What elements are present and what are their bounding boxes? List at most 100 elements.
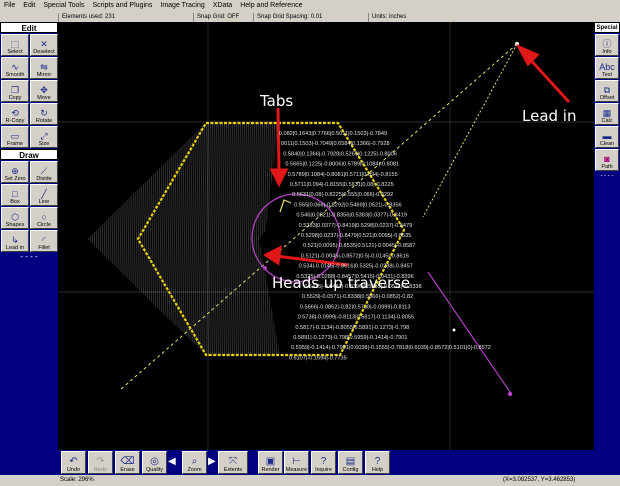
special-tools-list: ⓘ Info Abc Text ⧉ Offset ▦ Calc ▬ Clean ◙ Path xyxy=(594,33,620,172)
info-button[interactable]: ⓘ Info xyxy=(595,34,619,56)
status-bar: Scale: 296% (X=3.082537, Y=3.462853) xyxy=(0,475,620,486)
offset-icon: ⧉ xyxy=(603,85,611,95)
smooth-button[interactable]: ∿ Smooth xyxy=(1,57,29,79)
text-button[interactable]: Abc Text xyxy=(595,57,619,79)
menu-xdata[interactable]: XData xyxy=(209,0,236,12)
fillet-label: Fillet xyxy=(38,245,50,251)
menu-special-tools[interactable]: Special Tools xyxy=(39,0,88,12)
set-zero-button[interactable]: ⊕ Set Zero xyxy=(1,161,29,183)
coordinate-label: 0.546|0.0521|-0.8356|0.5383|0.0377|-0.84… xyxy=(296,213,407,219)
left-tool-panel: Edit ⬚ Select ✕ Deselect ∿ Smooth ⇋ Mirror ❐… xyxy=(0,22,58,486)
erase-button[interactable]: ⌫ Erase xyxy=(115,451,140,474)
smooth-label: Smooth xyxy=(5,72,25,78)
coordinate-label: 0.5959|-0.1414|-0.7901|0.6038|-0.1555|-0… xyxy=(291,345,491,351)
extents-button[interactable]: ⤧ Extents xyxy=(218,451,248,474)
menu-file[interactable]: File xyxy=(0,0,19,12)
line-button[interactable]: ╱ Line xyxy=(30,184,58,206)
circle-button[interactable]: ○ Circle xyxy=(30,207,58,229)
shapes-button[interactable]: ⬡ Shapes xyxy=(1,207,29,229)
calc-button[interactable]: ▦ Calc xyxy=(595,103,619,125)
coordinate-label: 0011|0.1503|-0.7049|0.6584|0.1366|-0.792… xyxy=(281,141,390,147)
undo-button[interactable]: ↶ Undo xyxy=(61,451,86,474)
inquire-button[interactable]: ? Inquire xyxy=(311,451,336,474)
help-button[interactable]: ? Help xyxy=(365,451,390,474)
zoom-icon: ⌕ xyxy=(191,456,198,467)
redo-label: Redo xyxy=(93,467,108,473)
undo-label: Undo xyxy=(66,467,81,473)
path-label: Path xyxy=(601,164,613,170)
divide-button[interactable]: ⟋ Divide xyxy=(30,161,58,183)
path-end-point xyxy=(507,391,513,397)
coordinate-label: 0.521|0.0095|-0.8535|0.5121|-0.0045|-0.8… xyxy=(303,243,415,249)
circle-start-point xyxy=(263,266,267,270)
undo-icon: ↶ xyxy=(69,456,78,467)
special-panel-title: Special xyxy=(594,22,620,33)
rotate-button[interactable]: ↻ Rotate xyxy=(30,103,58,125)
move-button[interactable]: ✥ Move xyxy=(30,80,58,102)
lead-in-icon: ↳ xyxy=(11,235,19,245)
redo-button[interactable]: ↷ Redo xyxy=(88,451,113,474)
erase-icon: ⌫ xyxy=(120,456,135,467)
coordinate-label: 0.5840|0.1366|-0.7928|0.5265|0.1225|-0.8… xyxy=(283,151,397,157)
elements-used-label: Elements used: 231 xyxy=(58,13,115,22)
select-button[interactable]: ⬚ Select xyxy=(1,34,29,56)
coordinate-label: 0.5631|0.08|-0.8225|0.555|0.066|-0.8292 xyxy=(292,192,393,198)
fillet-icon: ◜ xyxy=(42,235,46,245)
deselect-button[interactable]: ✕ Deselect xyxy=(30,34,58,56)
hatch-fill xyxy=(88,122,280,356)
right-arrow-icon[interactable]: ▶ xyxy=(208,456,216,467)
shapes-label: Shapes xyxy=(5,222,25,228)
box-icon: □ xyxy=(12,189,18,199)
smooth-icon: ∿ xyxy=(11,62,19,72)
size-button[interactable]: ⤢ Size xyxy=(30,126,58,148)
config-button[interactable]: ▤ Config xyxy=(338,451,363,474)
zoom-button[interactable]: ⌕ Zoom xyxy=(182,451,207,474)
coordinate-label: 0.5665|0.1225|-0.8006|0.5789|0.1084|-0.8… xyxy=(285,162,399,168)
bottom-toolbar: ↶ Undo ↷ Redo ⌫ Erase ◎ Quality ◀ ⌕ Zoom ▶ ⤧ E… xyxy=(58,450,594,475)
path-button[interactable]: ◙ Path xyxy=(595,149,619,171)
info-status-row: Elements used: 231 Snap Grid: OFF Snap G… xyxy=(58,13,594,22)
mirror-button[interactable]: ⇋ Mirror xyxy=(30,57,58,79)
menu-image-tracing[interactable]: Image Tracing xyxy=(156,0,208,12)
erase-label: Erase xyxy=(120,467,135,473)
lead-in-button[interactable]: ↳ Lead in xyxy=(1,230,29,252)
measure-label: Measure xyxy=(285,467,308,473)
coordinate-label: 0.555|0.066|-0.8292|0.5469|0.0521|-0.835… xyxy=(294,202,401,208)
menu-scripts-plugins[interactable]: Scripts and Plugins xyxy=(88,0,156,12)
copy-icon: ❐ xyxy=(10,85,20,95)
measure-button[interactable]: ⊢ Measure xyxy=(284,451,309,474)
config-label: Config xyxy=(342,467,359,473)
coordinate-label: 0.5529|-0.0571|-0.8338|0.5666|-0.0852|-0… xyxy=(302,294,413,300)
shapes-icon: ⬡ xyxy=(11,212,19,222)
copy-button[interactable]: ❐ Copy xyxy=(1,80,29,102)
render-button[interactable]: ▣ Render xyxy=(258,451,283,474)
menu-help-reference[interactable]: Help and Reference xyxy=(236,0,306,12)
clean-button[interactable]: ▬ Clean xyxy=(595,126,619,148)
size-icon: ⤢ xyxy=(40,131,48,141)
menu-edit[interactable]: Edit xyxy=(19,0,39,12)
rotate-icon: ↻ xyxy=(40,108,48,118)
frame-button[interactable]: ▭ Frame xyxy=(1,126,29,148)
tabs-annotation: Tabs xyxy=(260,92,294,110)
coordinate-label: 0.5738|-0.0999|-0.8113|0.5817|-0.1134|-0… xyxy=(298,315,415,321)
box-button[interactable]: □ Box xyxy=(1,184,29,206)
set-zero-label: Set Zero xyxy=(4,176,26,182)
drawing-canvas[interactable]: 0.082|0.1643|0.7766|0.5011|0.1503|-0.784… xyxy=(58,22,594,450)
scale-label: Scale: 296% xyxy=(60,477,94,483)
help-icon: ? xyxy=(374,456,381,467)
fillet-button[interactable]: ◜ Fillet xyxy=(30,230,58,252)
offset-button[interactable]: ⧉ Offset xyxy=(595,80,619,102)
frame-label: Frame xyxy=(7,141,23,147)
left-panel-dashes: - - - - xyxy=(20,252,38,261)
snap-spacing-label: Snap Grid Spacing: 0.01 xyxy=(253,13,322,22)
divide-icon: ⟋ xyxy=(40,166,48,176)
left-arrow-icon[interactable]: ◀ xyxy=(168,456,176,467)
extents-icon: ⤧ xyxy=(229,456,237,467)
calculator-icon: ▦ xyxy=(602,108,612,118)
mirror-icon: ⇋ xyxy=(40,62,48,72)
rotate-copy-label: R-Copy xyxy=(5,118,25,124)
quality-button[interactable]: ◎ Quality xyxy=(142,451,167,474)
rotate-copy-button[interactable]: ⟲ R-Copy xyxy=(1,103,29,125)
coordinate-label: 0.082|0.1643|0.7766|0.5011|0.1503|-0.784… xyxy=(279,131,387,137)
move-label: Move xyxy=(37,95,51,101)
